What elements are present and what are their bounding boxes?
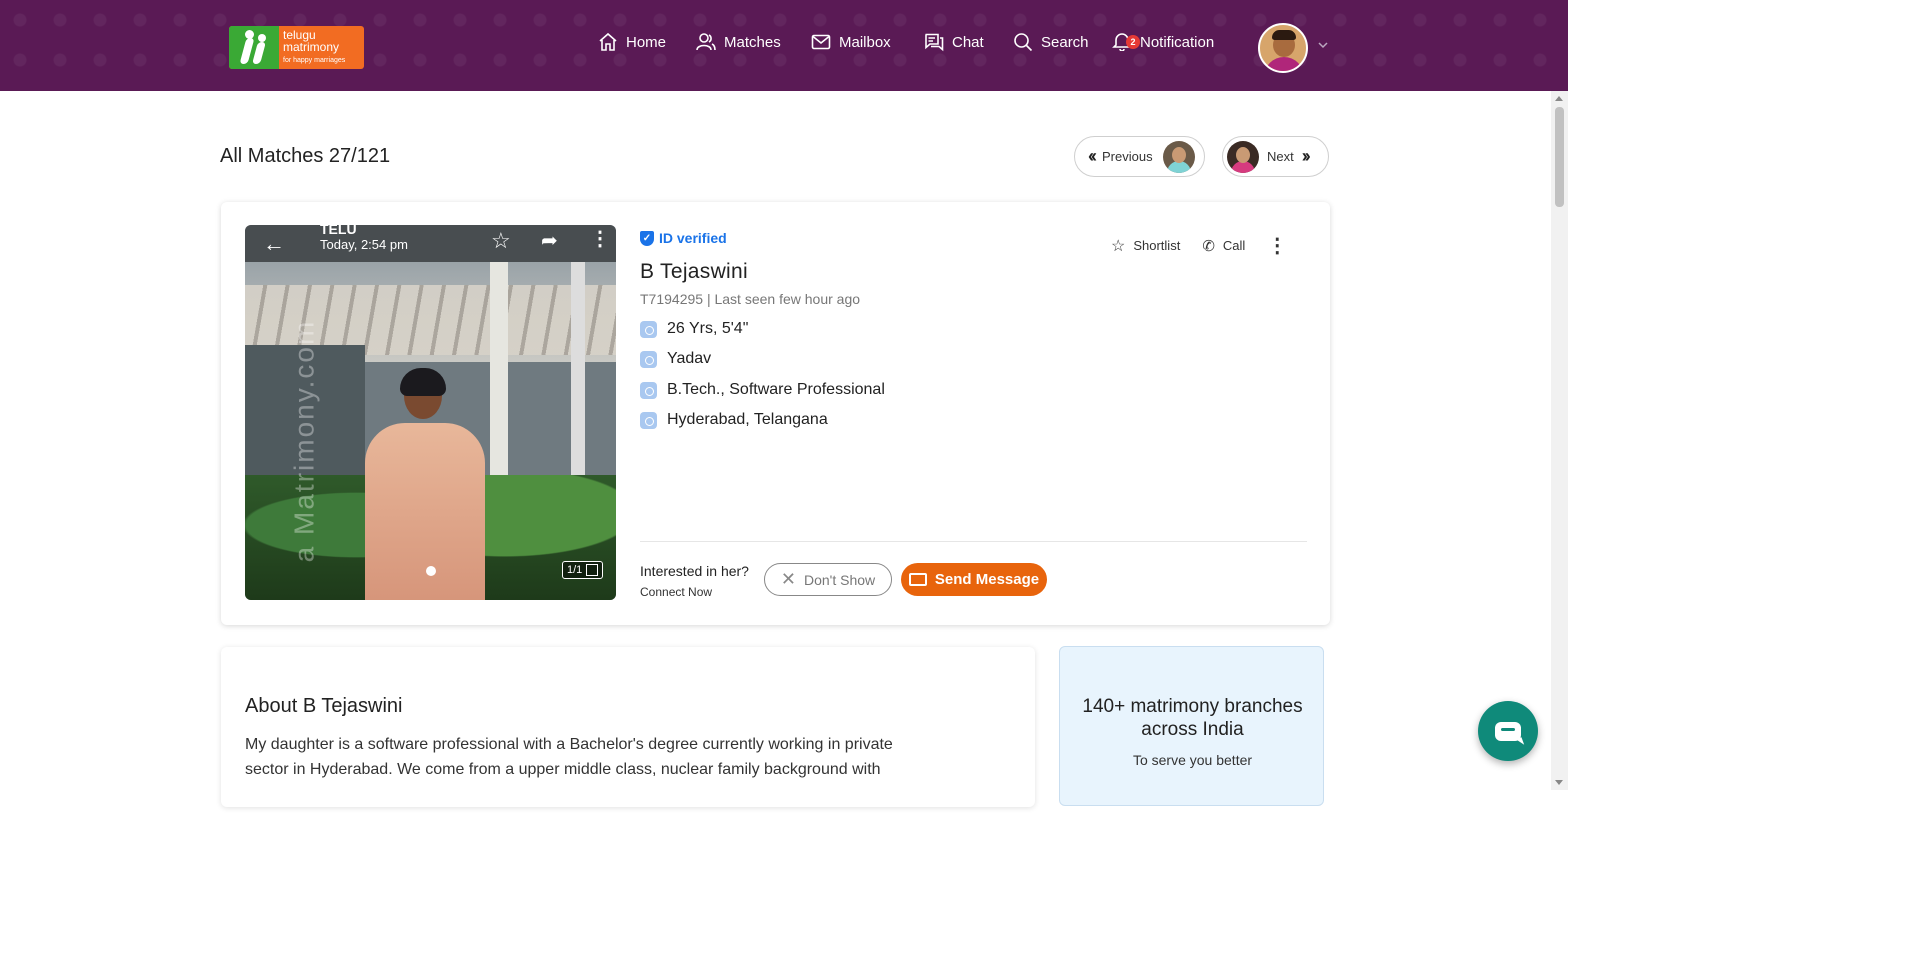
photo-watermark: a Matrimony.com <box>288 319 320 563</box>
previous-profile-button[interactable]: ‹‹ Previous <box>1074 136 1205 177</box>
about-title: About B Tejaswini <box>245 695 403 717</box>
branches-subtitle: To serve you better <box>1132 752 1253 768</box>
carousel-dot[interactable] <box>426 566 436 576</box>
nav-notification[interactable]: 2 Notification <box>1112 30 1214 54</box>
attribute-education: B.Tech., Software Professional <box>640 381 885 399</box>
id-verified-badge: ✓ ID verified <box>640 230 727 246</box>
mail-icon <box>811 34 831 50</box>
double-chevron-right-icon: ›› <box>1301 146 1311 166</box>
education-icon <box>640 381 657 399</box>
scrollbar-thumb[interactable] <box>1555 107 1564 207</box>
send-message-button[interactable]: Send Message <box>901 563 1047 596</box>
notification-count-badge: 2 <box>1126 35 1140 49</box>
profile-photo[interactable]: a Matrimony.com ← TELU Today, 2:54 pm ☆ … <box>245 225 616 600</box>
logo-mark-icon <box>229 26 279 69</box>
envelope-icon <box>908 573 927 586</box>
attribute-age-height: 26 Yrs, 5'4" <box>640 320 748 338</box>
chat-bubble-icon <box>1495 722 1521 741</box>
about-section: About B Tejaswini My daughter is a softw… <box>221 647 1035 807</box>
expand-gallery-icon <box>586 564 599 576</box>
branches-promo-card[interactable]: 140+ matrimony branches across India To … <box>1059 646 1324 806</box>
attribute-community: Yadav <box>640 350 711 368</box>
age-height-icon <box>640 320 657 338</box>
nav-mailbox[interactable]: Mailbox <box>811 30 891 54</box>
chevron-down-icon[interactable] <box>1318 40 1328 50</box>
star-icon: ☆ <box>491 228 511 253</box>
card-divider <box>640 541 1307 542</box>
telugu-matrimony-logo[interactable]: telugu matrimony for happy marriages <box>229 26 364 69</box>
photo-counter[interactable]: 1/1 <box>562 561 604 579</box>
profile-id-last-seen: T7194295 | Last seen few hour ago <box>640 291 861 307</box>
profile-actions: ☆ Shortlist ✆ Call ⋮ <box>1111 233 1287 258</box>
close-icon: ✕ <box>780 569 796 589</box>
page-title: All Matches 27/121 <box>220 145 391 167</box>
shortlist-button[interactable]: ☆ Shortlist <box>1111 236 1180 256</box>
back-arrow-icon: ← <box>263 231 285 256</box>
nav-search[interactable]: Search <box>1013 30 1089 54</box>
scroll-down-arrow-icon[interactable] <box>1555 780 1563 785</box>
attribute-location: Hyderabad, Telangana <box>640 411 828 429</box>
nav-home[interactable]: Home <box>598 30 666 54</box>
location-icon <box>640 411 657 429</box>
nav-matches[interactable]: Matches <box>696 30 781 54</box>
verified-shield-icon: ✓ <box>640 230 654 246</box>
top-navigation-bar: telugu matrimony for happy marriages Hom… <box>0 0 1568 91</box>
about-text: My daughter is a software professional w… <box>245 736 893 778</box>
previous-profile-thumbnail <box>1162 140 1195 173</box>
connect-now-label: Connect Now <box>640 585 713 599</box>
nav-chat[interactable]: Chat <box>924 30 984 54</box>
chat-icon <box>925 33 944 52</box>
star-outline-icon: ☆ <box>1111 237 1126 255</box>
interest-question: Interested in her? <box>640 563 749 579</box>
logo-text: telugu matrimony for happy marriages <box>283 28 346 64</box>
more-vertical-icon: ⋮ <box>590 228 610 250</box>
share-icon: ➦ <box>541 230 558 252</box>
more-options-icon[interactable]: ⋮ <box>1267 233 1287 258</box>
profile-name: B Tejaswini <box>640 260 748 283</box>
call-button[interactable]: ✆ Call <box>1202 237 1245 255</box>
photo-viewer-header <box>245 225 616 262</box>
page-scrollbar[interactable] <box>1551 91 1568 790</box>
scroll-up-arrow-icon[interactable] <box>1555 96 1563 101</box>
next-profile-button[interactable]: Next ›› <box>1222 136 1329 177</box>
phone-icon: ✆ <box>1202 237 1215 255</box>
home-icon <box>599 32 617 51</box>
branches-title: 140+ matrimony branches across India <box>1082 696 1303 740</box>
user-avatar[interactable] <box>1258 23 1308 73</box>
community-icon <box>640 350 657 368</box>
next-profile-thumbnail <box>1227 140 1259 173</box>
double-chevron-left-icon: ‹‹ <box>1088 146 1097 166</box>
users-icon <box>696 33 716 51</box>
dont-show-button[interactable]: ✕ Don't Show <box>764 563 892 596</box>
search-icon <box>1014 33 1033 52</box>
chat-support-button[interactable] <box>1478 701 1538 761</box>
profile-card: a Matrimony.com ← TELU Today, 2:54 pm ☆ … <box>221 202 1330 625</box>
